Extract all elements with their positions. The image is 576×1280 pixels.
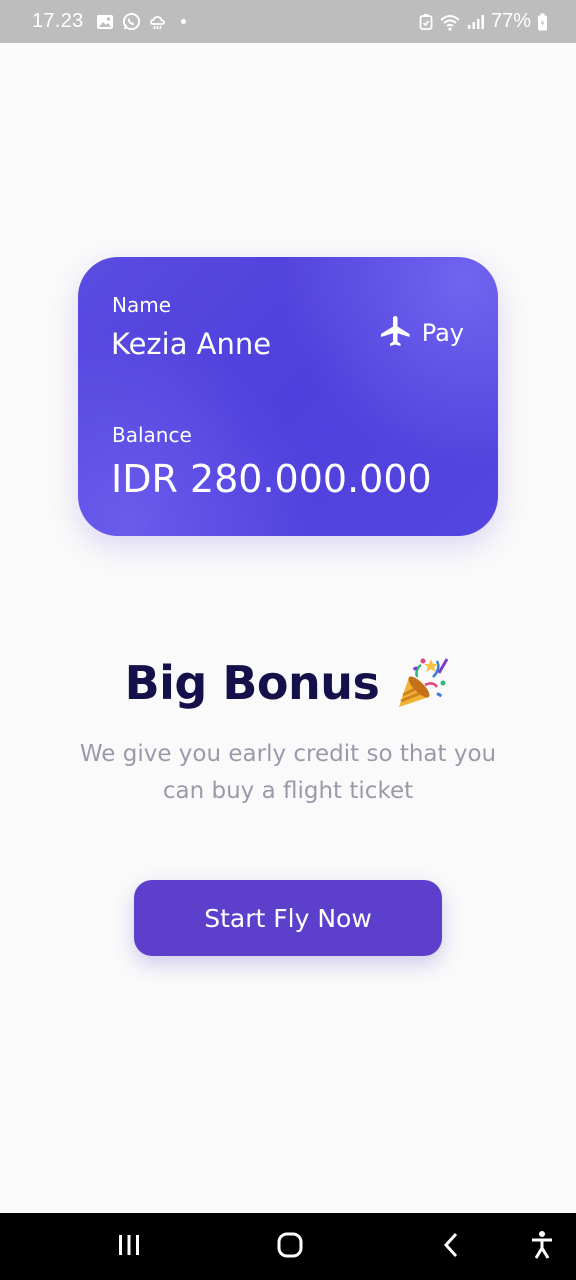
balance-card: Name Kezia Anne Pay Balance IDR 280.000.… — [78, 257, 498, 536]
back-icon — [442, 1232, 460, 1262]
card-holder-name: Kezia Anne — [111, 327, 272, 361]
notification-dot — [180, 19, 186, 24]
signal-icon — [467, 14, 485, 30]
weather-icon — [149, 14, 167, 30]
card-brand: Pay — [378, 313, 464, 353]
image-icon — [96, 14, 114, 30]
status-right: 77% — [419, 0, 548, 43]
vpn-icon — [419, 13, 433, 31]
status-time: 17.23 — [32, 10, 84, 32]
start-fly-now-button[interactable]: Start Fly Now — [134, 880, 442, 956]
battery-percent: 77% — [490, 10, 531, 32]
wifi-icon — [439, 13, 461, 31]
card-brand-label: Pay — [421, 319, 464, 347]
page-title: Big Bonus — [124, 656, 380, 710]
home-icon — [277, 1232, 303, 1262]
accessibility-icon — [530, 1230, 554, 1264]
party-popper-icon — [393, 655, 451, 711]
battery-icon — [537, 13, 548, 31]
card-balance-label: Balance — [112, 423, 192, 447]
home-button[interactable] — [260, 1213, 320, 1280]
headline: Big Bonus — [0, 655, 576, 711]
status-left: 17.23 — [32, 0, 186, 43]
airplane-icon — [378, 313, 414, 353]
accessibility-button[interactable] — [512, 1213, 572, 1280]
status-bar: 17.23 77% — [0, 0, 576, 43]
system-nav-bar — [0, 1213, 576, 1280]
card-name-label: Name — [112, 293, 172, 317]
card-balance-value: IDR 280.000.000 — [111, 457, 432, 501]
screen: 17.23 77% Name Kezia Anne Pay Balance ID… — [0, 0, 576, 1280]
whatsapp-icon — [122, 12, 141, 31]
subtitle: We give you early credit so that you can… — [79, 741, 497, 804]
back-button[interactable] — [421, 1213, 481, 1280]
recent-apps-icon — [117, 1234, 141, 1260]
recent-apps-button[interactable] — [99, 1213, 159, 1280]
